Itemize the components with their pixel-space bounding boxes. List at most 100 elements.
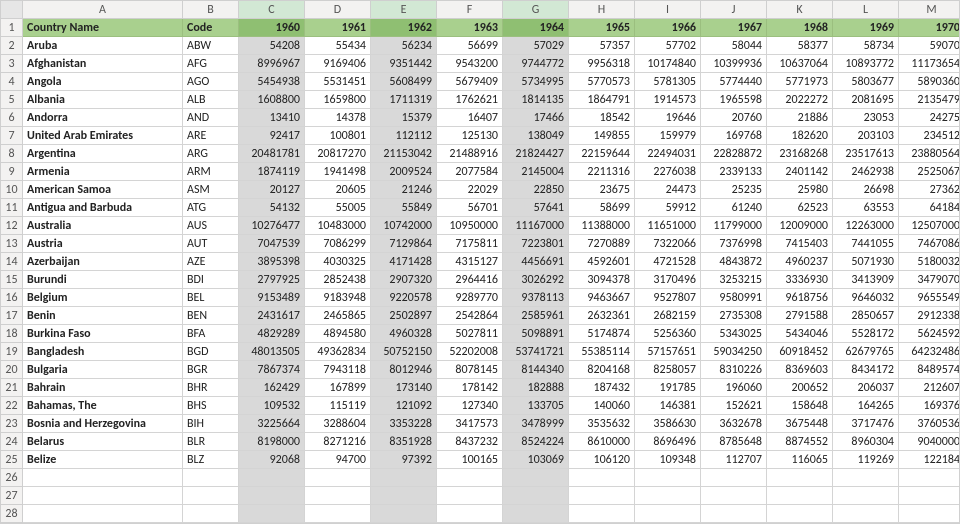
header-year-4[interactable]: 1964	[503, 19, 569, 37]
value-cell[interactable]: 5256360	[635, 325, 701, 343]
country-name-cell[interactable]: Burundi	[23, 271, 183, 289]
row-header-4[interactable]: 4	[1, 73, 23, 91]
empty-cell[interactable]	[569, 487, 635, 505]
country-name-cell[interactable]: Argentina	[23, 145, 183, 163]
value-cell[interactable]: 169376	[899, 397, 960, 415]
value-cell[interactable]: 7376998	[701, 235, 767, 253]
code-cell[interactable]: ASM	[183, 181, 239, 199]
value-cell[interactable]: 162429	[239, 379, 305, 397]
value-cell[interactable]: 7322066	[635, 235, 701, 253]
row-header-1[interactable]: 1	[1, 19, 23, 37]
col-header-M[interactable]: M	[899, 1, 960, 19]
value-cell[interactable]: 22029	[437, 181, 503, 199]
value-cell[interactable]: 2145004	[503, 163, 569, 181]
value-cell[interactable]: 13410	[239, 109, 305, 127]
value-cell[interactable]: 14378	[305, 109, 371, 127]
value-cell[interactable]: 12507000	[899, 217, 960, 235]
value-cell[interactable]: 7441055	[833, 235, 899, 253]
value-cell[interactable]: 54208	[239, 37, 305, 55]
empty-cell[interactable]	[23, 469, 183, 487]
value-cell[interactable]: 133705	[503, 397, 569, 415]
empty-cell[interactable]	[23, 487, 183, 505]
value-cell[interactable]: 12263000	[833, 217, 899, 235]
empty-cell[interactable]	[503, 487, 569, 505]
value-cell[interactable]: 10399936	[701, 55, 767, 73]
row-header-23[interactable]: 23	[1, 415, 23, 433]
value-cell[interactable]: 50752150	[371, 343, 437, 361]
value-cell[interactable]: 2850657	[833, 307, 899, 325]
value-cell[interactable]: 5531451	[305, 73, 371, 91]
value-cell[interactable]: 9220578	[371, 289, 437, 307]
empty-cell[interactable]	[503, 505, 569, 523]
country-name-cell[interactable]: American Samoa	[23, 181, 183, 199]
empty-cell[interactable]	[767, 505, 833, 523]
value-cell[interactable]: 8524224	[503, 433, 569, 451]
value-cell[interactable]: 182620	[767, 127, 833, 145]
value-cell[interactable]: 7867374	[239, 361, 305, 379]
row-header-10[interactable]: 10	[1, 181, 23, 199]
value-cell[interactable]: 140060	[569, 397, 635, 415]
value-cell[interactable]: 20817270	[305, 145, 371, 163]
value-cell[interactable]: 8144340	[503, 361, 569, 379]
row-header-12[interactable]: 12	[1, 217, 23, 235]
value-cell[interactable]: 9289770	[437, 289, 503, 307]
empty-cell[interactable]	[833, 487, 899, 505]
value-cell[interactable]: 56234	[371, 37, 437, 55]
value-cell[interactable]: 8351928	[371, 433, 437, 451]
row-header-24[interactable]: 24	[1, 433, 23, 451]
value-cell[interactable]: 5679409	[437, 73, 503, 91]
empty-cell[interactable]	[767, 487, 833, 505]
value-cell[interactable]: 10637064	[767, 55, 833, 73]
col-header-A[interactable]: A	[23, 1, 183, 19]
row-header-15[interactable]: 15	[1, 271, 23, 289]
header-code[interactable]: Code	[183, 19, 239, 37]
header-year-2[interactable]: 1962	[371, 19, 437, 37]
value-cell[interactable]: 100801	[305, 127, 371, 145]
value-cell[interactable]: 4843872	[701, 253, 767, 271]
value-cell[interactable]: 3353228	[371, 415, 437, 433]
col-header-J[interactable]: J	[701, 1, 767, 19]
value-cell[interactable]: 3417573	[437, 415, 503, 433]
value-cell[interactable]: 5454938	[239, 73, 305, 91]
value-cell[interactable]: 8369603	[767, 361, 833, 379]
value-cell[interactable]: 2077584	[437, 163, 503, 181]
value-cell[interactable]: 22828872	[701, 145, 767, 163]
value-cell[interactable]: 2431617	[239, 307, 305, 325]
value-cell[interactable]: 5180032	[899, 253, 960, 271]
value-cell[interactable]: 2525067	[899, 163, 960, 181]
value-cell[interactable]: 7223801	[503, 235, 569, 253]
empty-cell[interactable]	[183, 469, 239, 487]
value-cell[interactable]: 5528172	[833, 325, 899, 343]
row-header-9[interactable]: 9	[1, 163, 23, 181]
value-cell[interactable]: 94700	[305, 451, 371, 469]
col-header-E[interactable]: E	[371, 1, 437, 19]
value-cell[interactable]: 52202008	[437, 343, 503, 361]
value-cell[interactable]: 8198000	[239, 433, 305, 451]
row-header-14[interactable]: 14	[1, 253, 23, 271]
value-cell[interactable]: 2797925	[239, 271, 305, 289]
value-cell[interactable]: 212607	[899, 379, 960, 397]
row-header-20[interactable]: 20	[1, 361, 23, 379]
value-cell[interactable]: 3225664	[239, 415, 305, 433]
col-header-F[interactable]: F	[437, 1, 503, 19]
value-cell[interactable]: 103069	[503, 451, 569, 469]
col-header-K[interactable]: K	[767, 1, 833, 19]
col-header-G[interactable]: G	[503, 1, 569, 19]
value-cell[interactable]: 5774440	[701, 73, 767, 91]
value-cell[interactable]: 5781305	[635, 73, 701, 91]
value-cell[interactable]: 7943118	[305, 361, 371, 379]
value-cell[interactable]: 8437232	[437, 433, 503, 451]
value-cell[interactable]: 1814135	[503, 91, 569, 109]
country-name-cell[interactable]: Aruba	[23, 37, 183, 55]
row-header-19[interactable]: 19	[1, 343, 23, 361]
header-country-name[interactable]: Country Name	[23, 19, 183, 37]
value-cell[interactable]: 2401142	[767, 163, 833, 181]
empty-cell[interactable]	[23, 505, 183, 523]
value-cell[interactable]: 23675	[569, 181, 635, 199]
value-cell[interactable]: 21886	[767, 109, 833, 127]
value-cell[interactable]: 61240	[701, 199, 767, 217]
value-cell[interactable]: 138049	[503, 127, 569, 145]
code-cell[interactable]: BEN	[183, 307, 239, 325]
value-cell[interactable]: 19646	[635, 109, 701, 127]
value-cell[interactable]: 5098891	[503, 325, 569, 343]
